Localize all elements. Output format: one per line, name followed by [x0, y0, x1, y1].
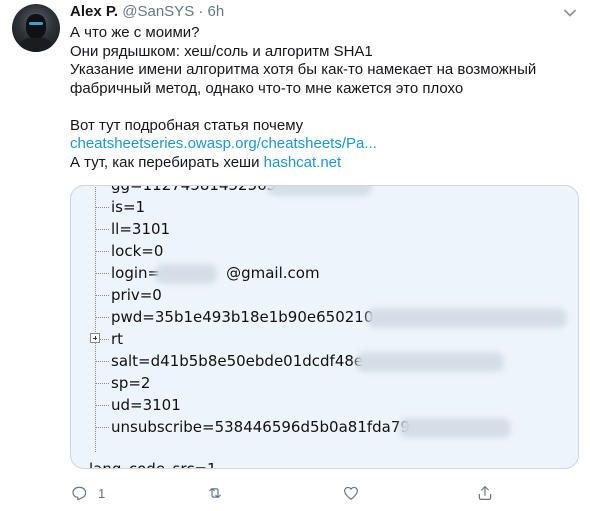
blurred-value: [267, 186, 372, 196]
tree-item-label: salt=d41b5b8e50ebde01dcdf48e: [111, 352, 364, 370]
retweet-button[interactable]: [206, 482, 234, 504]
tree-item-label: priv=0: [111, 286, 162, 304]
tree-item-label: pwd=35b1e493b18e1b90e650210: [111, 308, 374, 326]
share-icon: [478, 486, 492, 500]
blurred-value: [155, 264, 217, 284]
tree-item: sp=2: [95, 372, 150, 394]
author-name[interactable]: Alex P.: [70, 3, 118, 20]
like-button[interactable]: [342, 482, 370, 504]
reply-icon: [72, 486, 87, 501]
tree-item: salt=d41b5b8e50ebde01dcdf48e: [95, 350, 363, 372]
owasp-link[interactable]: cheatsheetseries.owasp.org/cheatsheets/P…: [70, 135, 377, 152]
tweet-line: фабричный метод, однако что-то мне кажет…: [70, 79, 464, 97]
reply-button[interactable]: 1: [70, 482, 105, 504]
blurred-value: [356, 352, 504, 372]
avatar-face: [26, 14, 46, 38]
tree-item: pwd=35b1e493b18e1b90e650210: [95, 306, 373, 328]
tree-item: is=1: [95, 196, 145, 218]
tree-item: priv=0: [95, 284, 162, 306]
blurred-value: [367, 308, 567, 328]
reply-count: 1: [98, 485, 106, 501]
author-handle[interactable]: @SanSYS: [122, 3, 194, 20]
tweet-line-prefix: А тут, как перебирать хеши: [70, 153, 264, 171]
tree-item-label: is=1: [111, 198, 146, 216]
tree-item-email-suffix: @gmail.com: [226, 264, 320, 282]
tweet-line: А что же с моими?: [70, 24, 200, 41]
tweet-text: А что же с моими? Они рядышком: хеш/соль…: [70, 24, 580, 172]
media-image[interactable]: gg=11274581452565 is=1 ll=3101 lock=0 lo…: [70, 185, 579, 469]
retweet-icon: [209, 487, 221, 499]
share-button[interactable]: [476, 482, 494, 504]
tree-item: ll=3101: [95, 218, 170, 240]
tree-item: gg=11274581452565: [95, 185, 277, 196]
tree-item: ud=3101: [95, 394, 181, 416]
tree-item: unsubscribe=538446596d5b0a81fda79: [95, 416, 410, 438]
tweet-line: Вот тут подробная статья почему: [70, 116, 304, 134]
tree-item-label: ud=3101: [111, 396, 181, 414]
tree-item-label: rt: [111, 330, 124, 348]
avatar-body: [20, 37, 52, 52]
separator-dot: ·: [198, 3, 204, 20]
tree-item-label: ll=3101: [111, 220, 171, 238]
tree-item: lock=0: [95, 240, 163, 262]
tree-item-label: gg=11274581452565: [111, 185, 277, 194]
tree-item: lang_code_src=1: [77, 458, 217, 469]
tweet-time[interactable]: 6h: [208, 3, 225, 20]
like-icon: [344, 486, 358, 500]
avatar-eyes: [29, 22, 43, 25]
tweet-header: Alex P. @SanSYS · 6h: [70, 2, 224, 22]
blurred-value: [399, 418, 511, 438]
caret-down-icon[interactable]: [563, 6, 577, 20]
registry-tree: gg=11274581452565 is=1 ll=3101 lock=0 lo…: [71, 185, 578, 469]
tweet-actions: 1: [70, 482, 580, 504]
tree-item-label: sp=2: [111, 374, 151, 392]
tweet: Alex P. @SanSYS · 6h А что же с моими? О…: [0, 0, 590, 511]
tree-item-label: lock=0: [111, 242, 164, 260]
tree-item-label: unsubscribe=538446596d5b0a81fda79: [111, 418, 410, 436]
tree-item-label: login=: [111, 264, 161, 282]
avatar[interactable]: [12, 4, 60, 52]
tree-item-label: lang_code_src=1: [89, 460, 217, 469]
hashcat-link[interactable]: hashcat.net: [264, 154, 342, 171]
tweet-line: Они рядышком: хеш/соль и алгоритм SHA1: [70, 42, 373, 60]
expand-plus-icon[interactable]: [90, 333, 100, 343]
tweet-line: Указание имени алгоритма хотя бы как-то …: [70, 61, 537, 78]
